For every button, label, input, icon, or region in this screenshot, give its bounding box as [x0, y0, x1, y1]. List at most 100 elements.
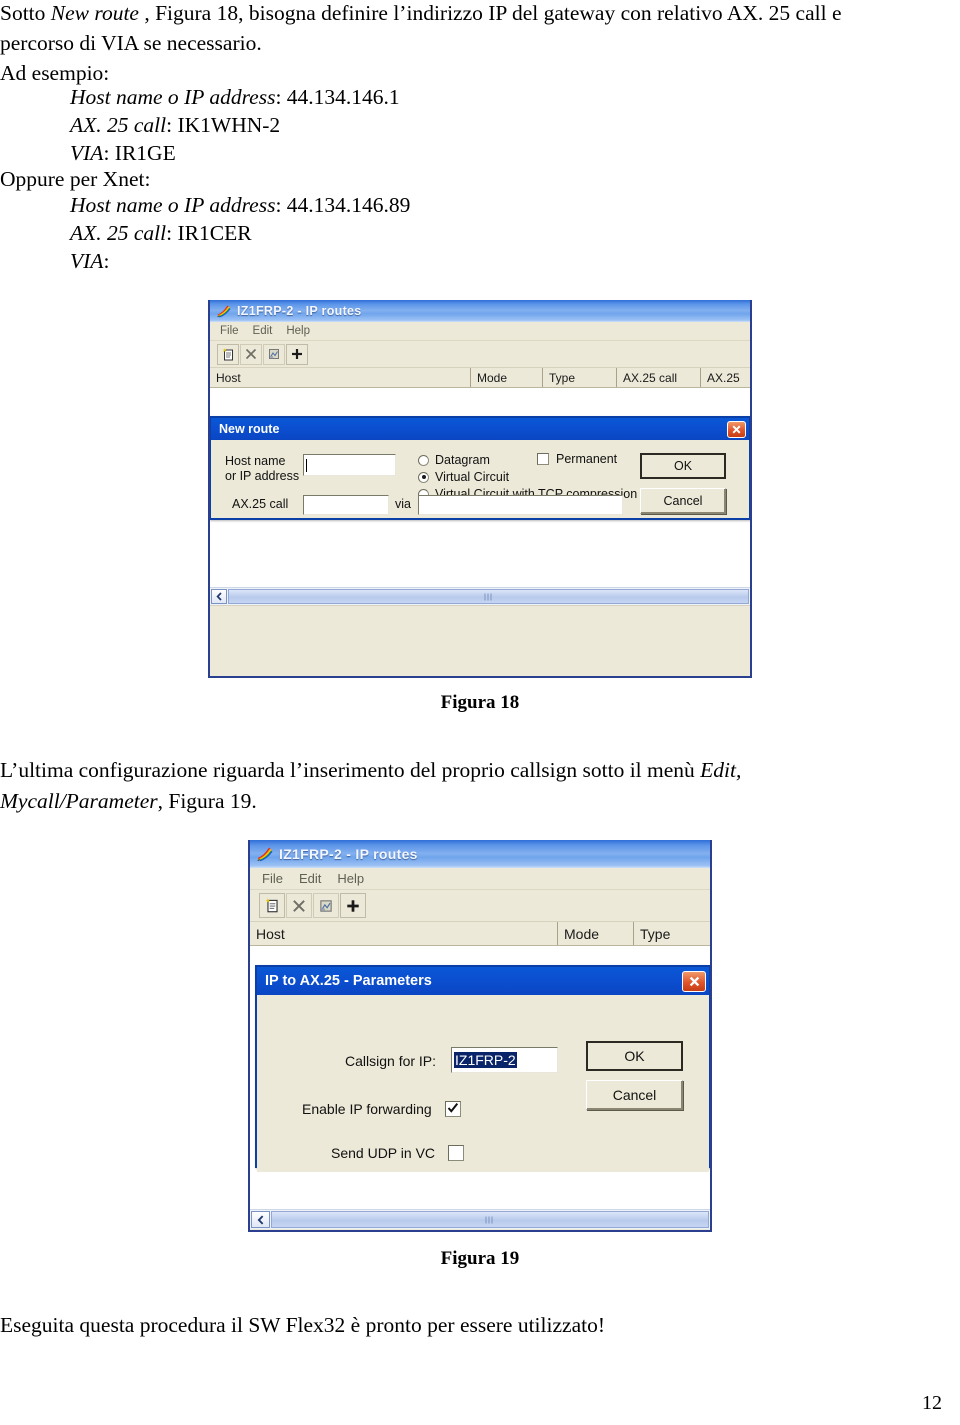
edit-route-icon[interactable]: [263, 343, 285, 365]
radio-datagram[interactable]: Datagram: [418, 453, 490, 467]
example1-call-label: AX. 25 call: [70, 113, 167, 137]
new-route-dialog-body: Host name or IP address Datagram Virtual…: [211, 440, 749, 518]
column-header-type[interactable]: Type: [543, 368, 617, 387]
scroll-left-arrow-icon[interactable]: [251, 1211, 270, 1228]
rainbow-feather-icon: [257, 847, 273, 862]
paragraph-mid-line2: Mycall/Parameter, Figura 19.: [0, 786, 955, 817]
example2-host-value: : 44.134.146.89: [275, 193, 411, 217]
example2-via-value: :: [103, 249, 110, 273]
send-udp-in-vc-row[interactable]: Send UDP in VC: [331, 1145, 465, 1161]
add-route-icon[interactable]: [286, 343, 308, 365]
send-udp-in-vc-checkbox[interactable]: [448, 1145, 465, 1161]
menu-edit[interactable]: Edit: [299, 871, 321, 886]
enable-ip-forwarding-checkbox[interactable]: [444, 1101, 461, 1117]
callsign-for-ip-label: Callsign for IP:: [345, 1053, 437, 1069]
menu-help[interactable]: Help: [286, 325, 310, 337]
example2-via: VIA:: [0, 246, 109, 277]
menu-edit[interactable]: Edit: [253, 325, 273, 337]
column-header-ax25[interactable]: AX.25: [701, 368, 750, 387]
mid-text-2: , Figura 19.: [157, 788, 257, 813]
parameters-dialog-title: IP to AX.25 - Parameters: [265, 973, 432, 989]
figure19-horizontal-scrollbar[interactable]: [250, 1209, 710, 1229]
figure18-horizontal-scrollbar[interactable]: [210, 587, 750, 605]
cancel-button[interactable]: Cancel: [640, 488, 726, 514]
figure19-caption: Figura 19: [440, 1248, 520, 1269]
figure18-statusbar: [210, 605, 750, 624]
example2-call: AX. 25 call: IR1CER: [0, 218, 252, 249]
host-name-input[interactable]: [303, 454, 396, 476]
figure18-menubar: File Edit Help: [210, 322, 750, 341]
mid-text-mycall-italic: Mycall/Parameter: [0, 788, 158, 813]
new-route-dialog-titlebar: New route: [211, 418, 749, 440]
permanent-label: Permanent: [556, 452, 618, 466]
paragraph-mid: L’ultima configurazione riguarda l’inser…: [0, 755, 955, 786]
scroll-left-arrow-icon[interactable]: [211, 589, 227, 604]
radio-datagram-indicator[interactable]: [418, 454, 429, 466]
host-name-label-line2: or IP address: [225, 469, 300, 483]
column-header-type[interactable]: Type: [634, 922, 710, 945]
new-route-dialog-title: New route: [219, 422, 280, 436]
column-header-host[interactable]: Host: [250, 922, 558, 945]
example2-call-value: : IR1CER: [166, 221, 252, 245]
menu-help[interactable]: Help: [337, 871, 364, 886]
close-icon[interactable]: [727, 420, 746, 438]
delete-route-icon[interactable]: [286, 893, 312, 918]
new-route-icon[interactable]: [259, 893, 285, 918]
ok-button[interactable]: OK: [586, 1041, 683, 1071]
send-udp-in-vc-label: Send UDP in VC: [331, 1145, 436, 1161]
callsign-for-ip-input[interactable]: IZ1FRP-2: [451, 1047, 558, 1073]
host-name-label-line1: Host name: [225, 454, 286, 468]
permanent-checkbox[interactable]: [537, 453, 549, 465]
scroll-grip-icon: [484, 593, 493, 600]
scroll-grip-icon: [485, 1216, 495, 1223]
rainbow-feather-icon: [216, 305, 231, 318]
delete-route-icon[interactable]: [240, 343, 262, 365]
ip-to-ax25-parameters-dialog: IP to AX.25 - Parameters Callsign for IP…: [255, 965, 710, 1172]
example1-via-label: VIA: [70, 141, 104, 165]
radio-virtual-circuit-indicator[interactable]: [418, 471, 429, 483]
scroll-thumb[interactable]: [271, 1211, 709, 1228]
new-route-dialog: New route Host name or IP address Datagr…: [210, 416, 750, 520]
via-input[interactable]: [418, 495, 623, 515]
ok-button[interactable]: OK: [640, 453, 726, 479]
ax25-call-input[interactable]: [303, 495, 389, 515]
figure18-caption: Figura 18: [440, 692, 520, 713]
callsign-for-ip-input-value: IZ1FRP-2: [454, 1052, 517, 1068]
figure19-toolbar: [250, 890, 710, 922]
enable-ip-forwarding-row[interactable]: Enable IP forwarding: [302, 1101, 461, 1117]
figure19-titlebar: IZ1FRP-2 - IP routes: [250, 840, 710, 868]
close-icon[interactable]: [682, 970, 706, 992]
figure18-window: IZ1FRP-2 - IP routes File Edit Help Host…: [208, 300, 752, 678]
new-route-icon[interactable]: [217, 343, 239, 365]
via-label: via: [395, 497, 411, 511]
paragraph-intro: Sotto New route , Figura 18, bisogna def…: [0, 0, 955, 29]
paragraph-intro-line2: percorso di VIA se necessario.: [0, 31, 262, 55]
figure18-titlebar: IZ1FRP-2 - IP routes: [210, 300, 750, 322]
example1-host-label: Host name o IP address: [70, 85, 276, 109]
menu-file[interactable]: File: [262, 871, 283, 886]
radio-virtual-circuit-label: Virtual Circuit: [435, 470, 510, 484]
figure19-window-title: IZ1FRP-2 - IP routes: [279, 846, 418, 862]
scroll-thumb[interactable]: [228, 589, 749, 604]
figure19-window: IZ1FRP-2 - IP routes File Edit Help Host…: [248, 840, 712, 1232]
text-caret: [306, 458, 307, 472]
example1-call: AX. 25 call: IK1WHN-2: [0, 110, 280, 141]
column-header-ax25-call[interactable]: AX.25 call: [617, 368, 701, 387]
radio-datagram-label: Datagram: [435, 453, 490, 467]
column-header-mode[interactable]: Mode: [558, 922, 634, 945]
example1-via-value: : IR1GE: [103, 141, 176, 165]
closing-paragraph: Eseguita questa procedura il SW Flex32 è…: [0, 1313, 605, 1337]
example1-host: Host name o IP address: 44.134.146.1: [0, 82, 400, 113]
column-header-mode[interactable]: Mode: [471, 368, 543, 387]
edit-route-icon[interactable]: [313, 893, 339, 918]
cancel-button[interactable]: Cancel: [586, 1080, 683, 1110]
figure19-menubar: File Edit Help: [250, 868, 710, 890]
radio-virtual-circuit[interactable]: Virtual Circuit: [418, 470, 509, 484]
add-route-icon[interactable]: [340, 893, 366, 918]
permanent-checkbox-row[interactable]: Permanent: [537, 452, 617, 466]
menu-file[interactable]: File: [220, 325, 239, 337]
column-header-host[interactable]: Host: [210, 368, 471, 387]
example1-call-value: : IK1WHN-2: [166, 113, 281, 137]
example2-via-label: VIA: [70, 249, 104, 273]
example2-host: Host name o IP address: 44.134.146.89: [0, 190, 410, 221]
